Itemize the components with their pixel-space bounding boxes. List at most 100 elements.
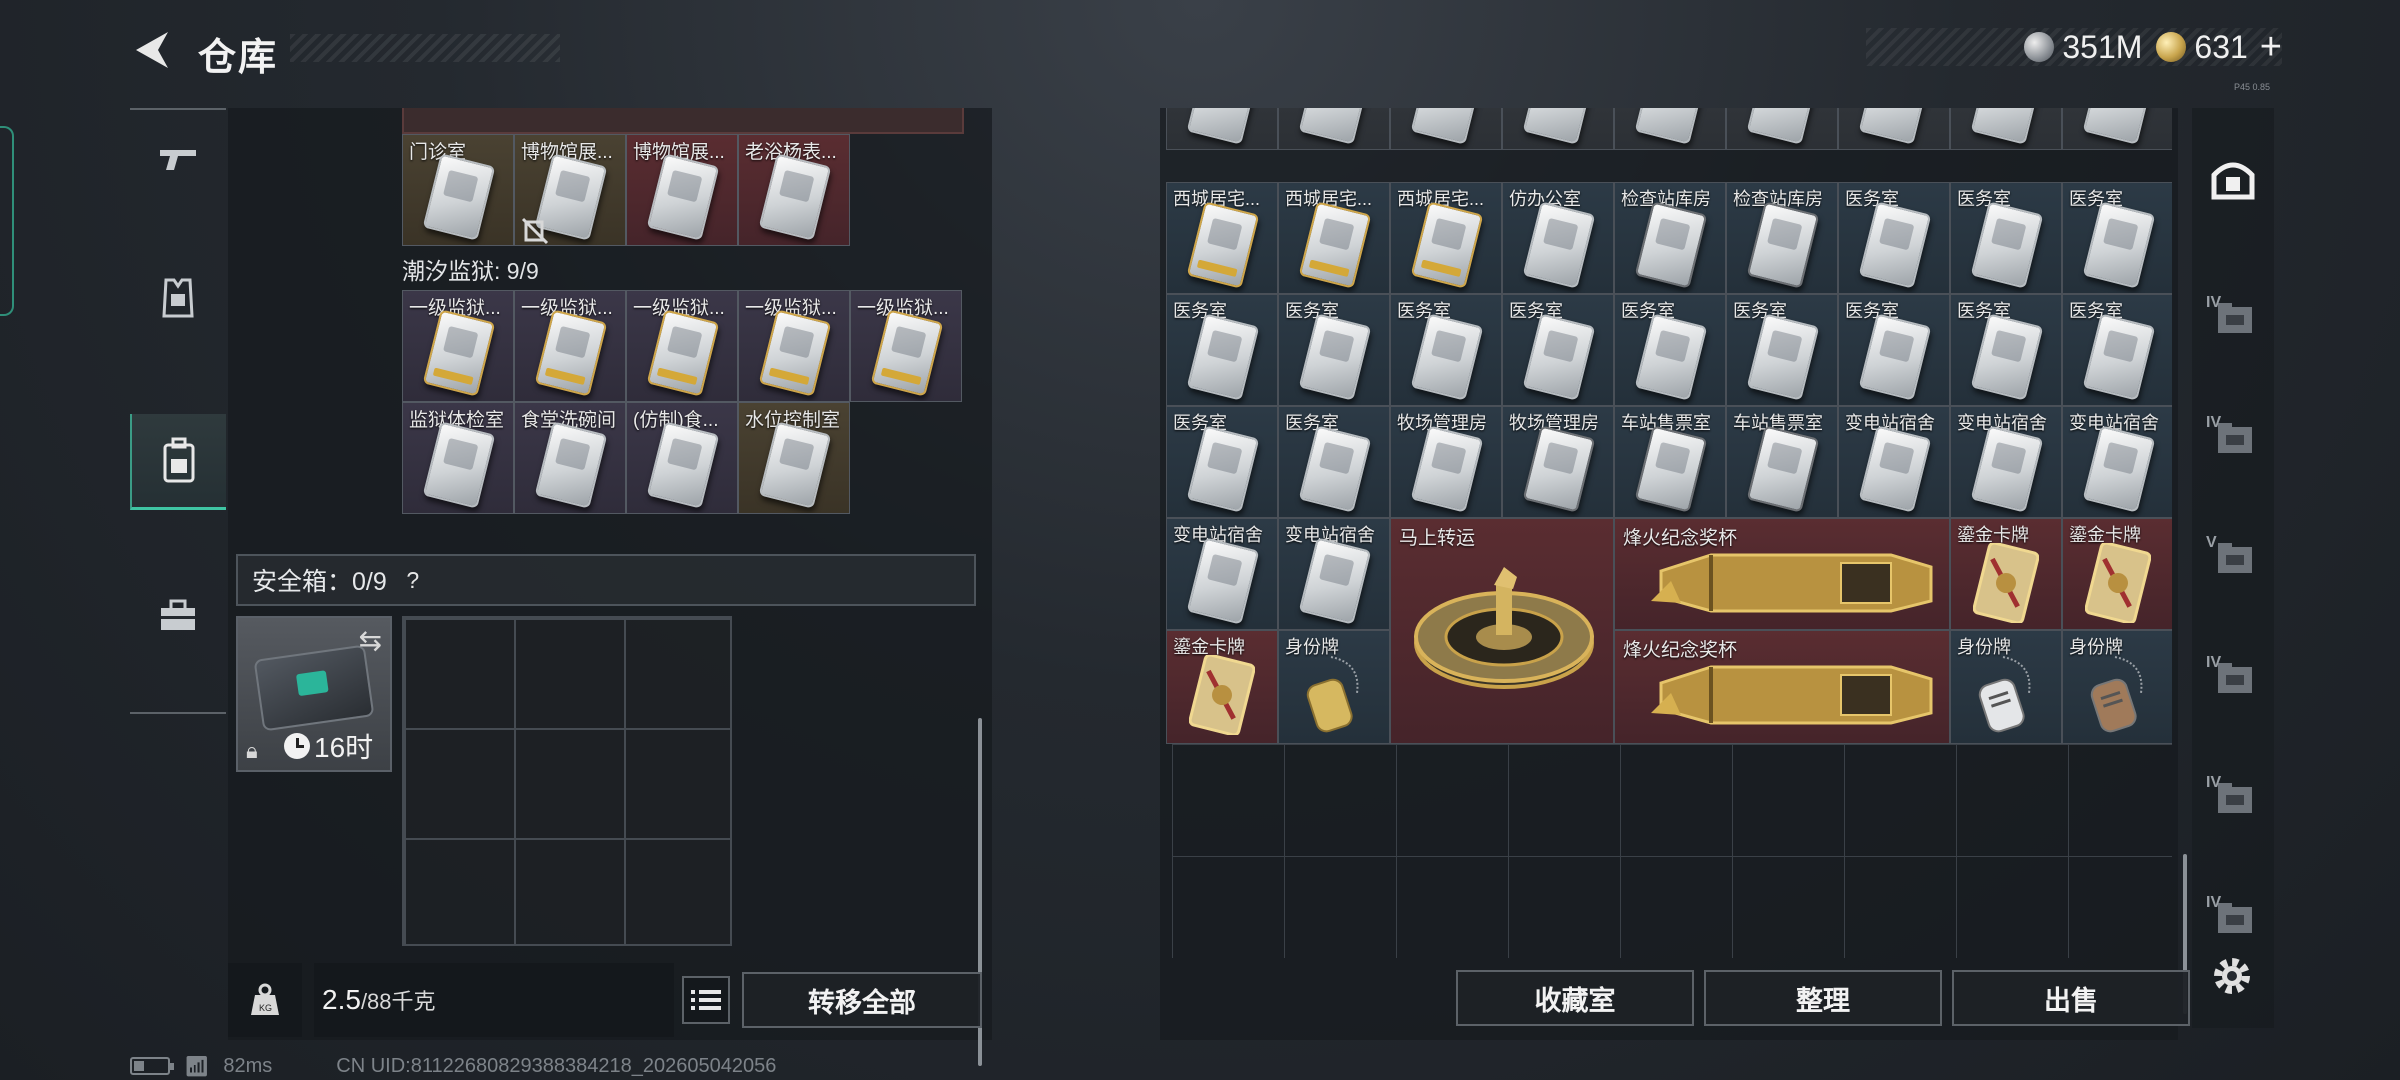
weight-display: 2.5 /88千克	[314, 963, 674, 1037]
item-cell[interactable]: 博物馆展...	[626, 134, 738, 246]
gilded-card-icon	[2085, 543, 2151, 623]
item-cell[interactable]: 车站售票室	[1726, 406, 1838, 518]
item-cell[interactable]: 身份牌	[1278, 630, 1390, 744]
collection-room-button[interactable]: 收藏室	[1456, 970, 1694, 1026]
safebox-grid[interactable]	[402, 616, 732, 946]
empty-storage-area[interactable]	[1172, 744, 2172, 958]
item-cell[interactable]: 西城居宅...	[1390, 182, 1502, 294]
item-cell[interactable]: 鎏金卡牌	[1950, 518, 2062, 630]
item-cell[interactable]: 变电站宿舍	[1950, 406, 2062, 518]
item-cell[interactable]: 医务室	[1726, 294, 1838, 406]
safebox-item[interactable]: ⇆ 🔒︎ 16时	[236, 616, 392, 772]
transfer-all-button[interactable]: 转移全部	[742, 972, 982, 1028]
item-cell[interactable]: 医务室	[1838, 294, 1950, 406]
nav-armor[interactable]	[130, 250, 226, 346]
keycard-icon	[1298, 313, 1372, 401]
item-cell[interactable]: 一级监狱...	[514, 290, 626, 402]
item-cell[interactable]: 牧场管理房	[1502, 406, 1614, 518]
sell-button[interactable]: 出售	[1952, 970, 2190, 1026]
item-cell[interactable]: 身份牌	[1950, 630, 2062, 744]
item-cell[interactable]: 牧场管理房	[1390, 406, 1502, 518]
item-cell[interactable]: 鎏金卡牌	[1166, 630, 1278, 744]
left-nav	[130, 108, 226, 714]
storage-tab-1-tab[interactable]: IV	[2198, 268, 2268, 368]
item-cell[interactable]: 一级监狱...	[626, 290, 738, 402]
currency-bar: 351M 631 +	[1866, 26, 2282, 69]
list-view-button[interactable]	[682, 976, 730, 1024]
item-cell[interactable]: 医务室	[1614, 294, 1726, 406]
item-cell[interactable]: 一级监狱...	[850, 290, 962, 402]
storage-tab-2-tab[interactable]: IV	[2198, 388, 2268, 488]
trophy-icon	[1651, 665, 1933, 725]
item-cell[interactable]: 鎏金卡牌	[2062, 518, 2172, 630]
storage-tab-5-tab[interactable]: IV	[2198, 748, 2268, 848]
item-cell[interactable]	[1390, 108, 1502, 150]
keycard-icon	[534, 309, 608, 397]
item-cell[interactable]: 水位控制室	[738, 402, 850, 514]
item-cell[interactable]	[2062, 108, 2172, 150]
nav-toolbox[interactable]	[130, 568, 226, 664]
item-cell[interactable]: (仿制)食...	[626, 402, 738, 514]
keycard-icon	[1522, 313, 1596, 401]
item-cell[interactable]: 变电站宿舍	[1838, 406, 1950, 518]
item-cell[interactable]: 变电站宿舍	[2062, 406, 2172, 518]
item-cell[interactable]: 仿办公室	[1502, 182, 1614, 294]
item-cell[interactable]: 变电站宿舍	[1278, 518, 1390, 630]
storage-tab-3-tab[interactable]: V	[2198, 508, 2268, 608]
item-cell[interactable]: 医务室	[1278, 294, 1390, 406]
item-cell[interactable]: 医务室	[1502, 294, 1614, 406]
item-cell[interactable]: 身份牌	[2062, 630, 2172, 744]
add-currency-icon[interactable]: +	[2260, 26, 2282, 69]
item-cell[interactable]: 食堂洗碗间	[514, 402, 626, 514]
keycard-icon	[1522, 108, 1596, 145]
item-cell[interactable]: 医务室	[1390, 294, 1502, 406]
item-cell[interactable]: 医务室	[1950, 182, 2062, 294]
item-label: 马上转运	[1399, 528, 1476, 549]
gold-currency[interactable]: 631 +	[2156, 26, 2282, 69]
item-cell[interactable]: 门诊室	[402, 134, 514, 246]
nav-weapons[interactable]	[130, 110, 226, 206]
storage-tab-4-tab[interactable]: IV	[2198, 628, 2268, 728]
item-cell[interactable]	[1278, 108, 1390, 150]
item-cell[interactable]	[1950, 108, 2062, 150]
trophy-item[interactable]: 烽火纪念奖杯	[1614, 630, 1950, 744]
item-cell[interactable]: 医务室	[1950, 294, 2062, 406]
list-icon	[691, 990, 721, 1010]
item-cell[interactable]: 监狱体检室	[402, 402, 514, 514]
nav-backpack[interactable]	[130, 414, 226, 510]
item-cell[interactable]: 老浴杨表...	[738, 134, 850, 246]
item-cell[interactable]: 检查站库房	[1726, 182, 1838, 294]
item-cell[interactable]: 医务室	[1278, 406, 1390, 518]
item-cell[interactable]: 西城居宅...	[1166, 182, 1278, 294]
settings-gear-icon[interactable]	[2208, 952, 2256, 1000]
item-cell[interactable]: 车站售票室	[1614, 406, 1726, 518]
keycard-icon	[1634, 201, 1708, 289]
item-cell[interactable]: 医务室	[2062, 182, 2172, 294]
item-cell[interactable]: 医务室	[1838, 182, 1950, 294]
sort-button[interactable]: 整理	[1704, 970, 1942, 1026]
item-cell[interactable]	[1166, 108, 1278, 150]
silver-currency: 351M	[2024, 29, 2142, 66]
item-cell[interactable]: 变电站宿舍	[1166, 518, 1278, 630]
item-cell[interactable]: 医务室	[1166, 406, 1278, 518]
item-cell[interactable]	[1614, 108, 1726, 150]
storage-home-tab[interactable]	[2198, 128, 2268, 228]
keycard-icon	[1410, 425, 1484, 513]
item-cell[interactable]: 一级监狱...	[738, 290, 850, 402]
back-arrow-icon[interactable]	[128, 26, 176, 74]
item-cell[interactable]	[1726, 108, 1838, 150]
item-cell[interactable]: 检查站库房	[1614, 182, 1726, 294]
item-cell[interactable]	[1838, 108, 1950, 150]
item-cell[interactable]: 医务室	[2062, 294, 2172, 406]
swap-icon[interactable]: ⇆	[359, 624, 382, 657]
no-transfer-icon	[521, 217, 549, 245]
item-cell[interactable]: 一级监狱...	[402, 290, 514, 402]
safebox-title: 安全箱：0/9	[252, 568, 387, 596]
item-cell[interactable]	[1502, 108, 1614, 150]
item-cell[interactable]: 医务室	[1166, 294, 1278, 406]
trophy-item[interactable]: 烽火纪念奖杯	[1614, 518, 1950, 630]
lucky-wheel-item[interactable]: 马上转运	[1390, 518, 1614, 744]
help-icon[interactable]: ?	[399, 566, 427, 594]
item-cell[interactable]: 西城居宅...	[1278, 182, 1390, 294]
safebox-header: 安全箱：0/9 ?	[236, 554, 976, 606]
